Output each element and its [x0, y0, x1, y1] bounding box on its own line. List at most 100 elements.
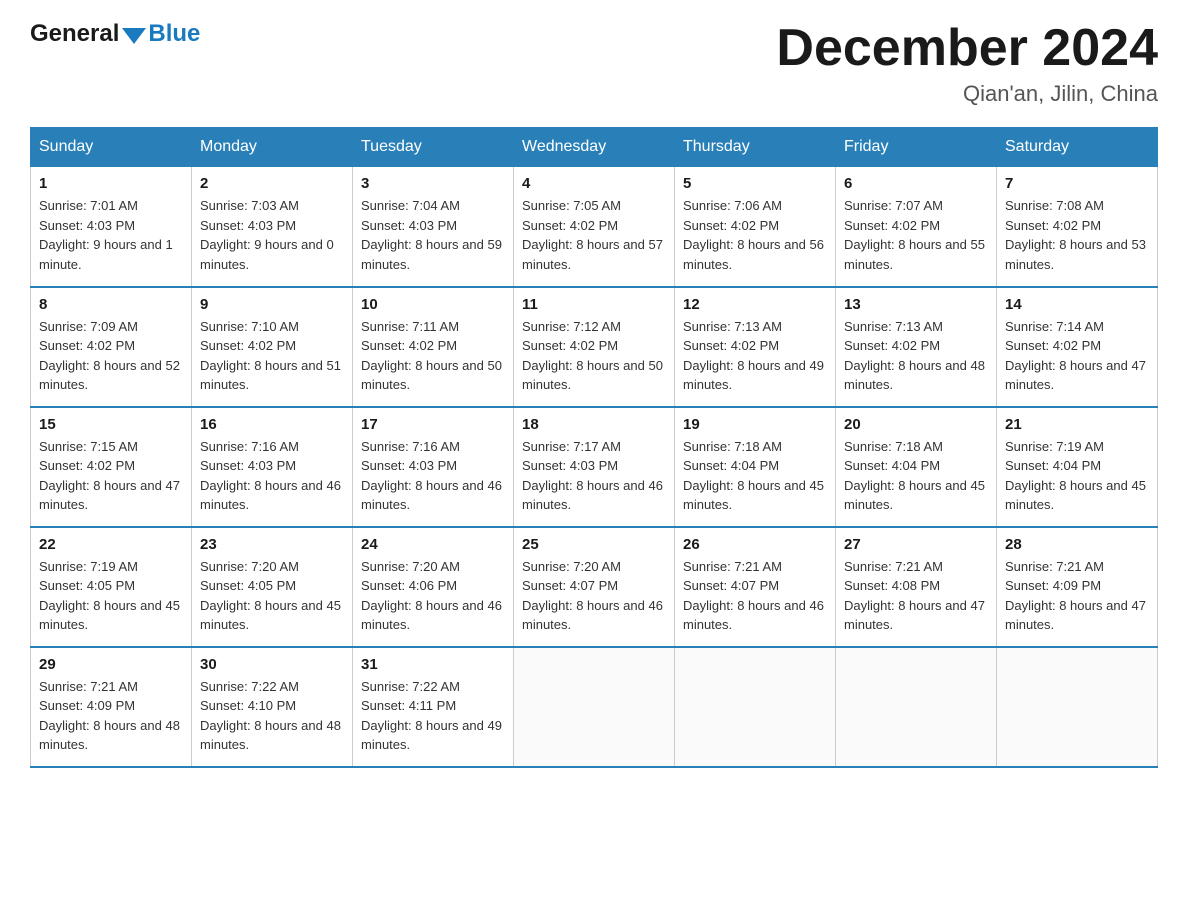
calendar-week-row: 29 Sunrise: 7:21 AM Sunset: 4:09 PM Dayl…: [31, 647, 1158, 767]
calendar-day-cell: 10 Sunrise: 7:11 AM Sunset: 4:02 PM Dayl…: [353, 287, 514, 407]
day-number: 20: [844, 416, 988, 433]
header-saturday: Saturday: [997, 128, 1158, 167]
day-info: Sunrise: 7:11 AM Sunset: 4:02 PM Dayligh…: [361, 317, 505, 395]
calendar-day-cell: 24 Sunrise: 7:20 AM Sunset: 4:06 PM Dayl…: [353, 527, 514, 647]
logo-blue-text: Blue: [148, 20, 200, 48]
calendar-day-cell: 5 Sunrise: 7:06 AM Sunset: 4:02 PM Dayli…: [675, 167, 836, 287]
calendar-day-cell: 28 Sunrise: 7:21 AM Sunset: 4:09 PM Dayl…: [997, 527, 1158, 647]
calendar-day-cell: 12 Sunrise: 7:13 AM Sunset: 4:02 PM Dayl…: [675, 287, 836, 407]
calendar-day-cell: 27 Sunrise: 7:21 AM Sunset: 4:08 PM Dayl…: [836, 527, 997, 647]
calendar-day-cell: 25 Sunrise: 7:20 AM Sunset: 4:07 PM Dayl…: [514, 527, 675, 647]
day-info: Sunrise: 7:07 AM Sunset: 4:02 PM Dayligh…: [844, 196, 988, 274]
header-wednesday: Wednesday: [514, 128, 675, 167]
day-info: Sunrise: 7:04 AM Sunset: 4:03 PM Dayligh…: [361, 196, 505, 274]
day-info: Sunrise: 7:20 AM Sunset: 4:06 PM Dayligh…: [361, 557, 505, 635]
calendar-day-cell: 4 Sunrise: 7:05 AM Sunset: 4:02 PM Dayli…: [514, 167, 675, 287]
day-info: Sunrise: 7:21 AM Sunset: 4:09 PM Dayligh…: [1005, 557, 1149, 635]
header-tuesday: Tuesday: [353, 128, 514, 167]
calendar-day-cell: 6 Sunrise: 7:07 AM Sunset: 4:02 PM Dayli…: [836, 167, 997, 287]
day-number: 4: [522, 175, 666, 192]
calendar-day-cell: [997, 647, 1158, 767]
day-number: 18: [522, 416, 666, 433]
day-info: Sunrise: 7:14 AM Sunset: 4:02 PM Dayligh…: [1005, 317, 1149, 395]
day-info: Sunrise: 7:16 AM Sunset: 4:03 PM Dayligh…: [361, 437, 505, 515]
calendar-day-cell: 11 Sunrise: 7:12 AM Sunset: 4:02 PM Dayl…: [514, 287, 675, 407]
month-title: December 2024: [776, 20, 1158, 77]
day-info: Sunrise: 7:03 AM Sunset: 4:03 PM Dayligh…: [200, 196, 344, 274]
day-info: Sunrise: 7:22 AM Sunset: 4:10 PM Dayligh…: [200, 677, 344, 755]
day-number: 8: [39, 296, 183, 313]
day-number: 21: [1005, 416, 1149, 433]
calendar-day-cell: 19 Sunrise: 7:18 AM Sunset: 4:04 PM Dayl…: [675, 407, 836, 527]
day-info: Sunrise: 7:18 AM Sunset: 4:04 PM Dayligh…: [844, 437, 988, 515]
day-info: Sunrise: 7:09 AM Sunset: 4:02 PM Dayligh…: [39, 317, 183, 395]
calendar-day-cell: 1 Sunrise: 7:01 AM Sunset: 4:03 PM Dayli…: [31, 167, 192, 287]
day-number: 27: [844, 536, 988, 553]
day-number: 14: [1005, 296, 1149, 313]
day-number: 2: [200, 175, 344, 192]
calendar-day-cell: [675, 647, 836, 767]
day-info: Sunrise: 7:22 AM Sunset: 4:11 PM Dayligh…: [361, 677, 505, 755]
day-info: Sunrise: 7:19 AM Sunset: 4:04 PM Dayligh…: [1005, 437, 1149, 515]
calendar-day-cell: 3 Sunrise: 7:04 AM Sunset: 4:03 PM Dayli…: [353, 167, 514, 287]
day-info: Sunrise: 7:01 AM Sunset: 4:03 PM Dayligh…: [39, 196, 183, 274]
day-info: Sunrise: 7:08 AM Sunset: 4:02 PM Dayligh…: [1005, 196, 1149, 274]
day-info: Sunrise: 7:05 AM Sunset: 4:02 PM Dayligh…: [522, 196, 666, 274]
calendar-day-cell: 8 Sunrise: 7:09 AM Sunset: 4:02 PM Dayli…: [31, 287, 192, 407]
day-info: Sunrise: 7:13 AM Sunset: 4:02 PM Dayligh…: [683, 317, 827, 395]
day-number: 26: [683, 536, 827, 553]
day-info: Sunrise: 7:13 AM Sunset: 4:02 PM Dayligh…: [844, 317, 988, 395]
day-info: Sunrise: 7:20 AM Sunset: 4:07 PM Dayligh…: [522, 557, 666, 635]
logo-arrow-icon: [122, 28, 146, 44]
calendar-day-cell: 31 Sunrise: 7:22 AM Sunset: 4:11 PM Dayl…: [353, 647, 514, 767]
day-info: Sunrise: 7:17 AM Sunset: 4:03 PM Dayligh…: [522, 437, 666, 515]
calendar-day-cell: 22 Sunrise: 7:19 AM Sunset: 4:05 PM Dayl…: [31, 527, 192, 647]
header-friday: Friday: [836, 128, 997, 167]
calendar-day-cell: [514, 647, 675, 767]
day-info: Sunrise: 7:18 AM Sunset: 4:04 PM Dayligh…: [683, 437, 827, 515]
day-number: 7: [1005, 175, 1149, 192]
day-number: 31: [361, 656, 505, 673]
calendar-day-cell: 20 Sunrise: 7:18 AM Sunset: 4:04 PM Dayl…: [836, 407, 997, 527]
calendar-day-cell: 7 Sunrise: 7:08 AM Sunset: 4:02 PM Dayli…: [997, 167, 1158, 287]
day-number: 22: [39, 536, 183, 553]
calendar-day-cell: 17 Sunrise: 7:16 AM Sunset: 4:03 PM Dayl…: [353, 407, 514, 527]
day-number: 10: [361, 296, 505, 313]
calendar-day-cell: 13 Sunrise: 7:13 AM Sunset: 4:02 PM Dayl…: [836, 287, 997, 407]
page-header: General Blue December 2024 Qian'an, Jili…: [30, 20, 1158, 107]
day-info: Sunrise: 7:21 AM Sunset: 4:07 PM Dayligh…: [683, 557, 827, 635]
day-number: 12: [683, 296, 827, 313]
logo-general-text: General: [30, 20, 119, 48]
calendar-week-row: 1 Sunrise: 7:01 AM Sunset: 4:03 PM Dayli…: [31, 167, 1158, 287]
title-section: December 2024 Qian'an, Jilin, China: [776, 20, 1158, 107]
day-info: Sunrise: 7:19 AM Sunset: 4:05 PM Dayligh…: [39, 557, 183, 635]
calendar-day-cell: 29 Sunrise: 7:21 AM Sunset: 4:09 PM Dayl…: [31, 647, 192, 767]
day-number: 28: [1005, 536, 1149, 553]
day-number: 5: [683, 175, 827, 192]
day-info: Sunrise: 7:16 AM Sunset: 4:03 PM Dayligh…: [200, 437, 344, 515]
day-number: 25: [522, 536, 666, 553]
calendar-day-cell: 21 Sunrise: 7:19 AM Sunset: 4:04 PM Dayl…: [997, 407, 1158, 527]
day-number: 1: [39, 175, 183, 192]
header-monday: Monday: [192, 128, 353, 167]
header-thursday: Thursday: [675, 128, 836, 167]
calendar-day-cell: 14 Sunrise: 7:14 AM Sunset: 4:02 PM Dayl…: [997, 287, 1158, 407]
calendar-week-row: 22 Sunrise: 7:19 AM Sunset: 4:05 PM Dayl…: [31, 527, 1158, 647]
day-number: 6: [844, 175, 988, 192]
calendar-day-cell: 2 Sunrise: 7:03 AM Sunset: 4:03 PM Dayli…: [192, 167, 353, 287]
calendar-table: SundayMondayTuesdayWednesdayThursdayFrid…: [30, 127, 1158, 768]
day-number: 16: [200, 416, 344, 433]
day-info: Sunrise: 7:20 AM Sunset: 4:05 PM Dayligh…: [200, 557, 344, 635]
calendar-day-cell: 30 Sunrise: 7:22 AM Sunset: 4:10 PM Dayl…: [192, 647, 353, 767]
day-number: 3: [361, 175, 505, 192]
calendar-day-cell: 16 Sunrise: 7:16 AM Sunset: 4:03 PM Dayl…: [192, 407, 353, 527]
logo: General Blue: [30, 20, 200, 48]
calendar-day-cell: 15 Sunrise: 7:15 AM Sunset: 4:02 PM Dayl…: [31, 407, 192, 527]
calendar-day-cell: 23 Sunrise: 7:20 AM Sunset: 4:05 PM Dayl…: [192, 527, 353, 647]
calendar-day-cell: 9 Sunrise: 7:10 AM Sunset: 4:02 PM Dayli…: [192, 287, 353, 407]
day-number: 30: [200, 656, 344, 673]
calendar-week-row: 8 Sunrise: 7:09 AM Sunset: 4:02 PM Dayli…: [31, 287, 1158, 407]
calendar-day-cell: [836, 647, 997, 767]
calendar-day-cell: 18 Sunrise: 7:17 AM Sunset: 4:03 PM Dayl…: [514, 407, 675, 527]
day-number: 29: [39, 656, 183, 673]
